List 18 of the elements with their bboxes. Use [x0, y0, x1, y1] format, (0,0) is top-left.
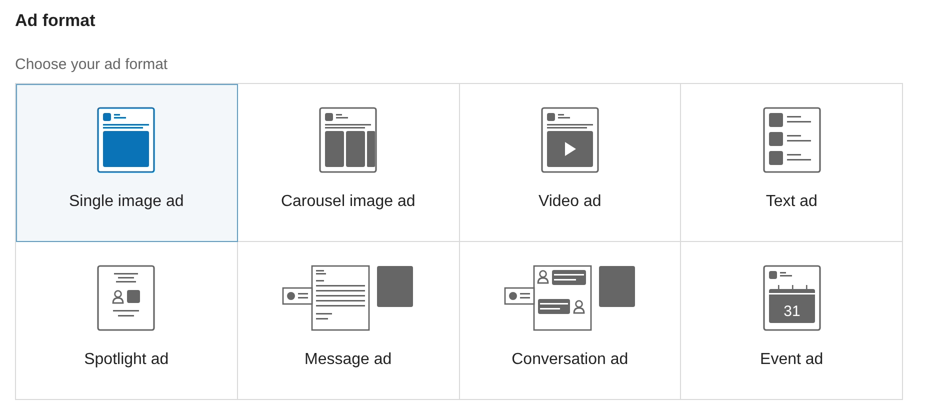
- video-icon: [540, 106, 599, 172]
- ad-format-option[interactable]: Single image ad: [16, 84, 238, 242]
- ad-format-option[interactable]: Carousel image ad: [238, 84, 460, 242]
- ad-format-option[interactable]: 31 Event ad: [681, 242, 903, 400]
- ad-format-option[interactable]: Spotlight ad: [16, 242, 238, 400]
- ad-format-option[interactable]: Video ad: [460, 84, 682, 242]
- calendar-icon: 31: [762, 264, 821, 330]
- section-heading: Ad format: [15, 10, 96, 32]
- carousel-icon: [319, 106, 378, 172]
- ad-format-option[interactable]: Message ad: [238, 242, 460, 400]
- ad-format-option[interactable]: Text ad: [681, 84, 903, 242]
- message-icon: [282, 264, 414, 330]
- section-subheading: Choose your ad format: [15, 55, 168, 75]
- ad-format-option[interactable]: Conversation ad: [460, 242, 682, 400]
- text-list-icon: [762, 106, 821, 172]
- spotlight-icon: [97, 264, 156, 330]
- conversation-icon: [504, 264, 636, 330]
- single-image-icon: [97, 106, 156, 172]
